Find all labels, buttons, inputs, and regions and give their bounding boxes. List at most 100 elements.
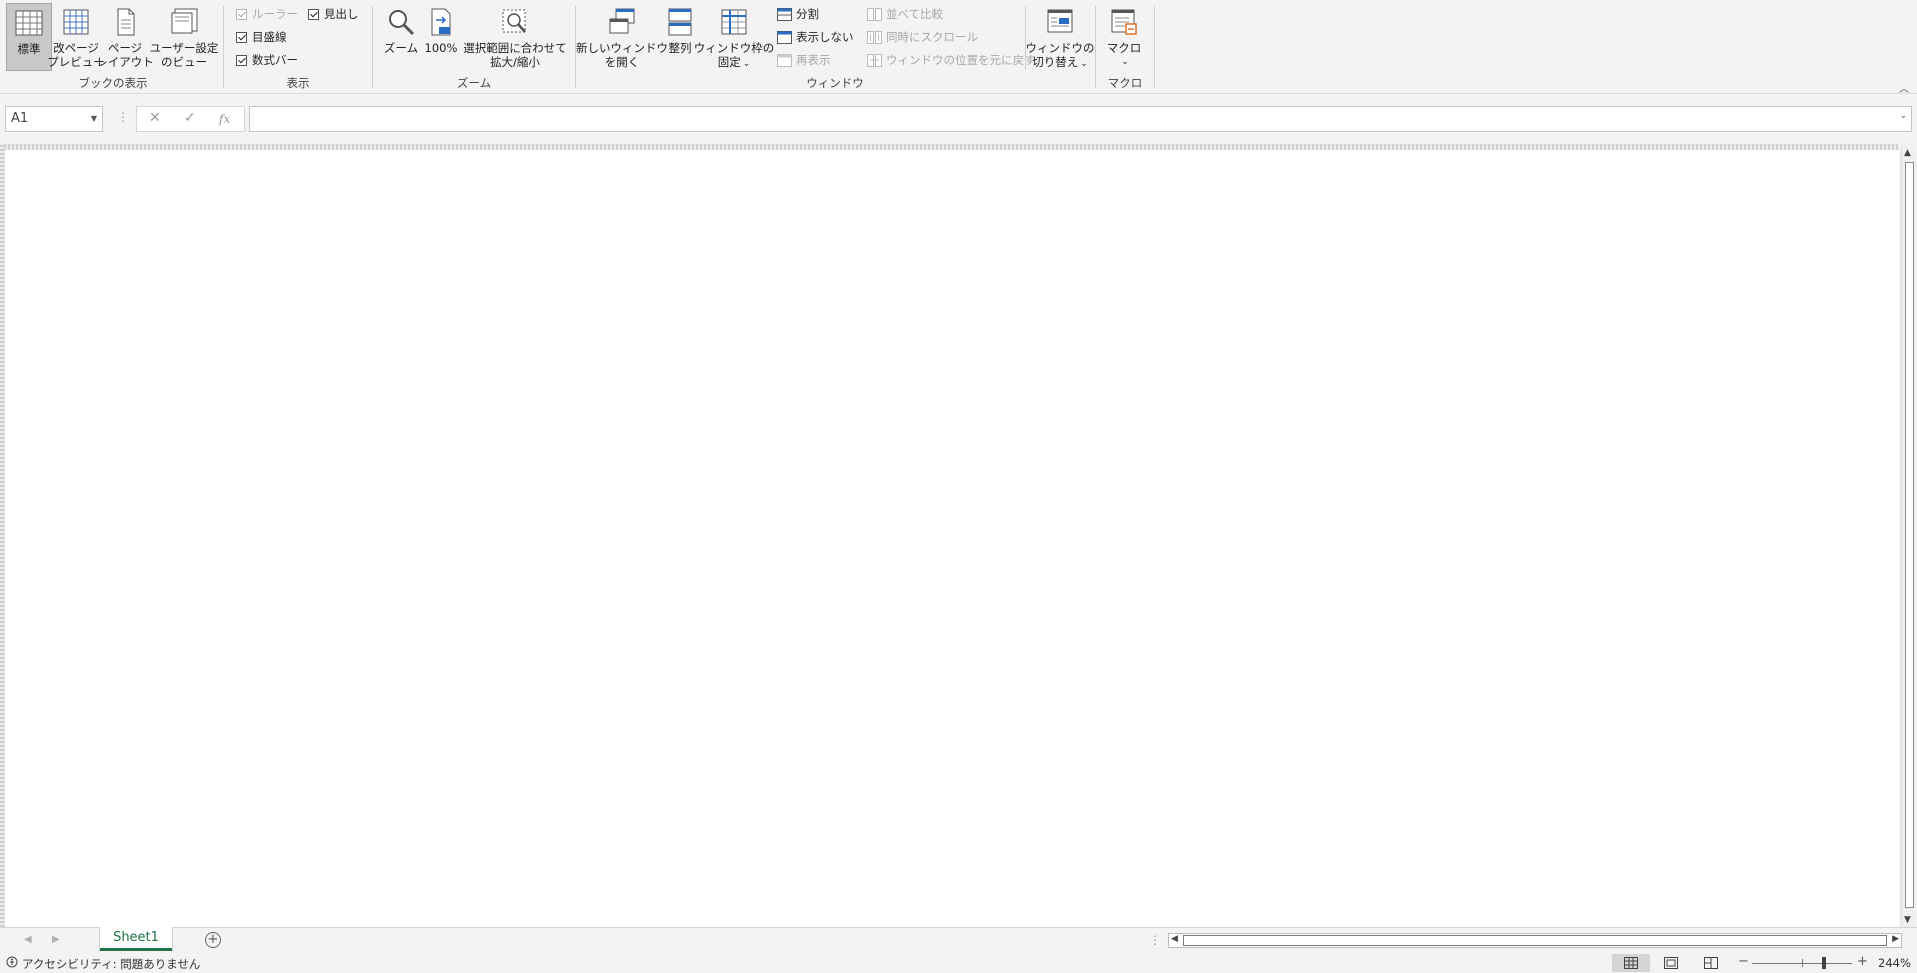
freeze-panes-icon (718, 6, 750, 38)
headings-check (308, 8, 319, 20)
zoom-to-selection-label-2: 拡大/縮小 (490, 55, 540, 69)
sheet-tab-label: Sheet1 (113, 930, 159, 945)
split-icon (776, 7, 792, 21)
group-window: 新しいウィンドウ を開く 整列 ウィンドウ枠の 固定 ⌄ 分割 表示しない 再表示 (576, 0, 1095, 93)
insert-function-icon[interactable]: fx (219, 112, 230, 126)
accessibility-label: アクセシビリティ: 問題ありません (22, 957, 201, 971)
view-side-by-side-button[interactable]: 並べて比較 (866, 4, 943, 24)
zoom-100-icon (425, 6, 457, 38)
show-group-label: 表示 (286, 76, 310, 90)
freeze-panes-button[interactable]: ウィンドウ枠の 固定 ⌄ (694, 3, 774, 71)
formula-bar-checkbox[interactable]: 数式バー (236, 50, 298, 70)
cancel-icon[interactable]: ✕ (149, 110, 161, 126)
page-layout-status-button[interactable] (1652, 954, 1690, 972)
tabs-split-grip-icon[interactable]: ⋮ (1149, 933, 1161, 947)
formula-bar-buttons: ✕ ✓ fx (136, 106, 245, 132)
formula-bar: A1 ▼ ⋮ ✕ ✓ fx ⌄ (0, 100, 1917, 138)
scroll-right-icon[interactable]: ▶ (1892, 934, 1899, 944)
worksheet-area[interactable] (0, 144, 1899, 927)
freeze-panes-label-1: ウィンドウ枠の (693, 41, 775, 55)
macros-button[interactable]: マクロ ⌄ (1102, 3, 1146, 71)
zoom-button[interactable]: ズーム (381, 3, 421, 71)
new-window-label-2: を開く (604, 55, 640, 69)
switch-windows-button[interactable]: ウィンドウの 切り替え ⌄ (1026, 3, 1095, 71)
formula-bar-grip-icon[interactable]: ⋮ (117, 111, 129, 123)
scroll-down-icon[interactable]: ▼ (1904, 915, 1911, 925)
chevron-down-icon: ⌄ (1080, 59, 1088, 69)
reset-window-position-button[interactable]: ウィンドウの位置を元に戻す (866, 50, 1036, 70)
synchronous-scrolling-button[interactable]: 同時にスクロール (866, 27, 978, 47)
enter-icon[interactable]: ✓ (184, 110, 196, 126)
new-window-icon (606, 6, 638, 38)
expand-formula-bar-icon[interactable]: ⌄ (1899, 111, 1907, 121)
page-break-icon (1704, 957, 1718, 969)
vertical-scrollbar[interactable]: ▲ ▼ (1901, 146, 1916, 927)
formula-bar-check (236, 54, 247, 66)
horizontal-scrollbar[interactable]: ◀ ▶ (1168, 933, 1902, 948)
arrange-all-button[interactable]: 整列 (664, 3, 696, 71)
accessibility-status[interactable]: アクセシビリティ: 問題ありません (6, 956, 200, 972)
zoom-label: ズーム (383, 41, 419, 55)
zoom-100-label: 100% (424, 41, 458, 55)
chevron-down-icon[interactable]: ▼ (91, 107, 97, 131)
window-group-label: ウィンドウ (806, 76, 864, 90)
group-zoom: ズーム 100% 選択範囲に合わせて 拡大/縮小 ズーム (373, 0, 575, 93)
chevron-down-icon: ⌄ (1121, 57, 1129, 67)
split-button[interactable]: 分割 (776, 4, 819, 24)
page-break-preview-icon (60, 6, 92, 38)
status-bar: アクセシビリティ: 問題ありません − + 244% (0, 953, 1917, 973)
zoom-100-button[interactable]: 100% (423, 3, 459, 71)
scroll-up-icon[interactable]: ▲ (1904, 148, 1911, 158)
name-box[interactable]: A1 ▼ (5, 106, 103, 132)
zoom-out-button[interactable]: − (1738, 954, 1749, 969)
headings-checkbox[interactable]: 見出し (308, 4, 359, 24)
zoom-level[interactable]: 244% (1878, 956, 1911, 970)
ribbon: 標準 改ページ プレビュー ページ レイアウト ユーザー設定 のビュー ブックの… (0, 0, 1917, 95)
collapse-ribbon-icon[interactable]: ︿ (1899, 80, 1909, 95)
hide-window-label: 表示しない (796, 30, 854, 44)
new-window-button[interactable]: 新しいウィンドウ を開く (576, 3, 668, 71)
macros-label: マクロ (1106, 41, 1142, 55)
arrange-all-icon (664, 6, 696, 38)
formula-input[interactable]: ⌄ (249, 106, 1912, 132)
unhide-window-button[interactable]: 再表示 (776, 50, 831, 70)
next-sheet-icon[interactable]: ▶ (52, 934, 60, 945)
zoom-to-selection-button[interactable]: 選択範囲に合わせて 拡大/縮小 (463, 3, 567, 71)
magnifier-icon (385, 6, 417, 38)
zoom-to-selection-icon (499, 6, 531, 38)
gridlines-checkbox[interactable]: 目盛線 (236, 27, 287, 47)
ruler-checkbox[interactable]: ルーラー (236, 4, 298, 24)
sync-scroll-icon (866, 30, 882, 44)
switch-windows-label-2: 切り替え ⌄ (1032, 55, 1088, 69)
gridlines-check (236, 31, 247, 43)
formula-bar-label: 数式バー (252, 53, 298, 67)
normal-view-status-button[interactable] (1612, 954, 1650, 972)
hide-window-button[interactable]: 表示しない (776, 27, 854, 47)
normal-view-button[interactable]: 標準 (6, 3, 52, 71)
sheet-tab-sheet1[interactable]: Sheet1 (100, 927, 172, 951)
custom-views-button[interactable]: ユーザー設定 のビュー (150, 3, 218, 71)
horizontal-scroll-thumb[interactable] (1183, 935, 1887, 946)
page-break-preview-button[interactable]: 改ページ プレビュー (47, 3, 105, 71)
custom-views-label-2: のビュー (161, 55, 207, 69)
zoom-in-button[interactable]: + (1857, 954, 1868, 969)
zoom-to-selection-label-1: 選択範囲に合わせて (463, 41, 567, 55)
vertical-scroll-thumb[interactable] (1905, 162, 1914, 908)
previous-sheet-icon[interactable]: ◀ (24, 934, 32, 945)
reset-position-label: ウィンドウの位置を元に戻す (886, 53, 1036, 67)
normal-view-icon (13, 7, 45, 39)
switch-windows-label-1: ウィンドウの (1025, 41, 1095, 55)
name-box-value: A1 (11, 111, 29, 126)
side-by-side-label: 並べて比較 (886, 7, 944, 21)
macro-icon (1108, 6, 1140, 38)
page-layout-button[interactable]: ページ レイアウト (96, 3, 154, 71)
sheet-tabs-bar: ◀ ▶ Sheet1 + ⋮ ◀ ▶ (0, 927, 1917, 954)
zoom-slider-midpoint (1802, 959, 1803, 967)
page-layout-icon (1664, 957, 1678, 969)
page-break-status-button[interactable] (1692, 954, 1730, 972)
scroll-left-icon[interactable]: ◀ (1171, 934, 1178, 944)
zoom-slider-thumb[interactable] (1822, 957, 1826, 969)
gridlines-label: 目盛線 (252, 30, 287, 44)
new-sheet-icon[interactable]: + (205, 932, 221, 948)
chevron-down-icon: ⌄ (742, 59, 751, 69)
